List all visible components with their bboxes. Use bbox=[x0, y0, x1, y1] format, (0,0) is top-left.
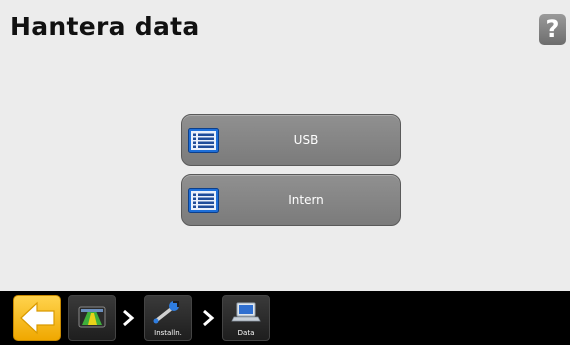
breadcrumb: Installn. Data bbox=[0, 291, 570, 345]
intern-button[interactable]: Intern bbox=[181, 174, 401, 226]
breadcrumb-item-installn[interactable]: Installn. bbox=[144, 295, 192, 341]
breadcrumb-item-label: Data bbox=[237, 329, 255, 337]
arrow-left-icon bbox=[20, 301, 55, 335]
back-button[interactable] bbox=[13, 295, 61, 341]
intern-button-label: Intern bbox=[288, 193, 324, 207]
breadcrumb-item-data[interactable]: Data bbox=[222, 295, 270, 341]
help-button[interactable]: ? bbox=[539, 14, 566, 45]
usb-button[interactable]: USB bbox=[181, 114, 401, 166]
breadcrumb-item-home[interactable] bbox=[68, 295, 116, 341]
breadcrumb-item-label: Installn. bbox=[154, 329, 182, 337]
field-view-icon bbox=[78, 306, 106, 328]
page-title: Hantera data bbox=[10, 12, 200, 41]
chevron-right-icon bbox=[203, 309, 215, 327]
chevron-right-icon bbox=[123, 309, 135, 327]
wrench-icon bbox=[153, 301, 179, 324]
laptop-icon bbox=[231, 302, 261, 322]
usb-button-label: USB bbox=[293, 133, 319, 147]
